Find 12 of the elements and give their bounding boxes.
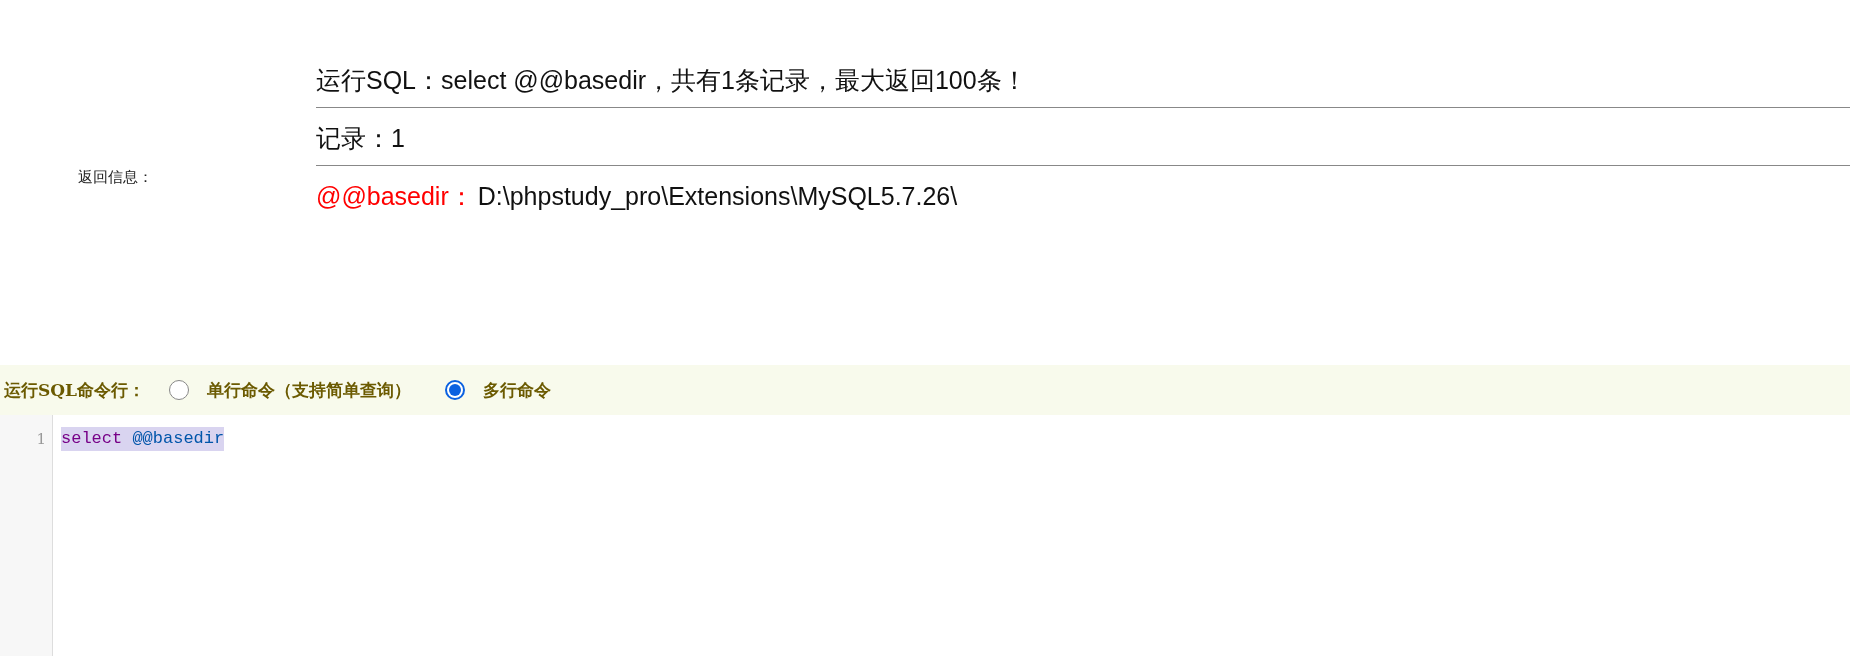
line-number: 1: [36, 429, 47, 449]
field-name: @@basedir：: [316, 182, 474, 210]
record-count: 记录：1: [316, 124, 405, 152]
code-editor[interactable]: select @@basedir: [53, 415, 1850, 656]
radio-label[interactable]: 单行命令（支持简单查询）: [207, 378, 412, 402]
query-summary: 运行SQL：select @@basedir，共有1条记录，最大返回100条！: [316, 66, 1027, 94]
field-value: D:\phpstudy_pro\Extensions\MySQL5.7.26\: [477, 182, 958, 210]
radio-button[interactable]: [445, 380, 466, 400]
mode-label: 运行SQL命令行：: [4, 378, 146, 402]
field-label: 返回信息：: [77, 168, 153, 187]
radio-button[interactable]: [169, 380, 190, 400]
radio-label[interactable]: 多行命令: [483, 378, 552, 402]
